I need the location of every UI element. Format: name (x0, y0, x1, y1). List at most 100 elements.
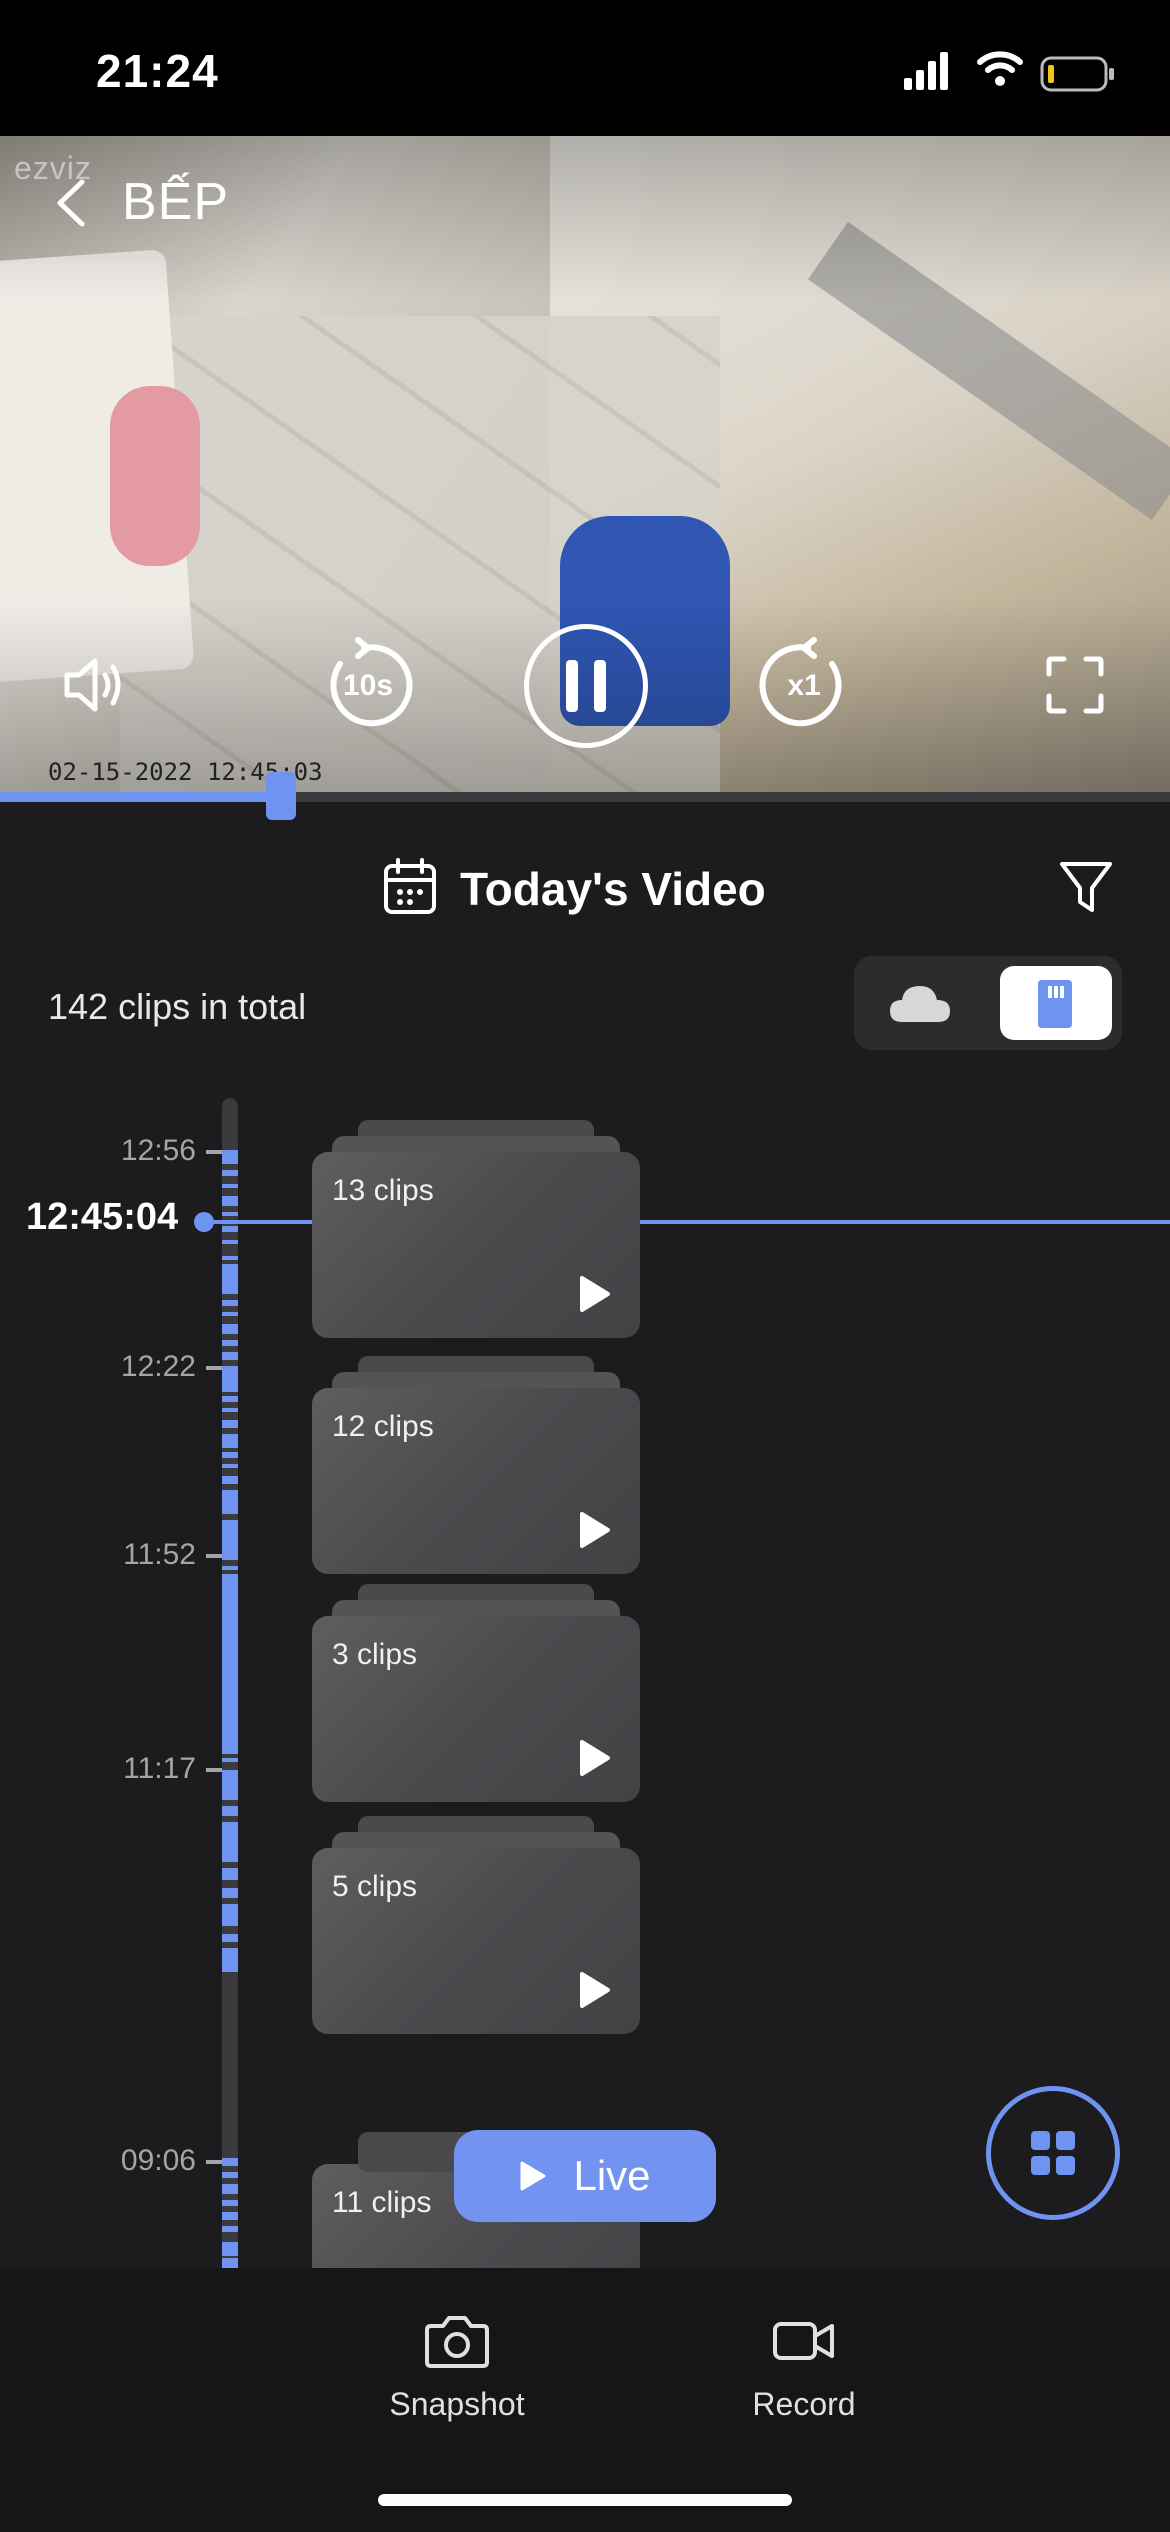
clip-group-label: 5 clips (332, 1870, 418, 1903)
timeline-recording-segment (222, 1806, 238, 1816)
home-indicator (378, 2494, 792, 2506)
timeline-recording-segment (222, 1240, 238, 1244)
timeline-recording-segment (222, 1184, 238, 1188)
clip-group-card[interactable]: 5 clips (312, 1816, 640, 2034)
back-button[interactable] (52, 178, 92, 228)
rewind-10s-icon (330, 637, 413, 727)
timeline-tick (206, 1150, 222, 1154)
wifi-icon (977, 51, 1023, 86)
grid-icon (1031, 2131, 1075, 2175)
timeline-recording-segment (222, 1566, 238, 1570)
timeline-recording-segment (222, 2172, 238, 2178)
play-icon (580, 1740, 610, 1776)
status-bar: 21:24 (0, 0, 1170, 136)
timeline-tick (206, 1768, 222, 1772)
status-time: 21:24 (96, 45, 219, 97)
timeline-recording-segment (222, 2258, 238, 2268)
timeline-recording-segment (222, 1476, 238, 1484)
pause-button[interactable] (524, 624, 648, 748)
grid-view-button[interactable] (986, 2086, 1120, 2220)
timeline-recording-segment (222, 2158, 238, 2166)
clip-group-card[interactable]: 13 clips (312, 1120, 640, 1338)
live-button[interactable]: Live (454, 2130, 716, 2222)
timeline-recording-segment (222, 1264, 238, 1294)
record-label: Record (752, 2386, 856, 2422)
timeline-recording-segment (222, 1212, 238, 1216)
mute-button[interactable] (58, 650, 128, 720)
timeline-recording-segment (222, 2226, 238, 2232)
timeline-recording-segment (222, 1452, 238, 1458)
camera-icon (425, 2316, 489, 2368)
clip-group-label: 3 clips (332, 1638, 418, 1671)
timeline-recording-segment (222, 1948, 238, 1972)
timeline-tick-label: 12:56 (120, 1134, 196, 1167)
clip-group-label: 13 clips (332, 1174, 434, 1207)
snapshot-button[interactable]: Snapshot (364, 2312, 550, 2423)
playback-speed-button[interactable]: x1 (754, 636, 854, 736)
current-time-label: 12:45:04 (26, 1196, 179, 1238)
section-title: Today's Video (460, 863, 766, 915)
timeline-tick-label: 09:06 (120, 2144, 196, 2177)
timeline-recording-segment (222, 1256, 238, 1260)
timeline-recording-segment (222, 1396, 238, 1402)
play-icon (580, 1276, 610, 1312)
video-camera-icon (773, 2322, 834, 2360)
speed-x1-icon (759, 637, 842, 727)
timeline-tick (206, 1366, 222, 1370)
cloud-storage-icon[interactable] (888, 980, 952, 1024)
timeline-recording-segment (222, 1904, 238, 1926)
timeline-recording-segment (222, 1490, 238, 1514)
timeline-recording-segment (222, 2212, 238, 2220)
fullscreen-icon (1046, 656, 1104, 714)
timeline-recording-segment (222, 1196, 238, 1206)
timeline-recording-segment (222, 1868, 238, 1880)
playback-progress-fill (0, 792, 281, 802)
timeline-tick (206, 2160, 222, 2164)
timeline-recording-segment (222, 1464, 238, 1468)
play-icon (580, 1512, 610, 1548)
timeline-recording-segment (222, 1300, 238, 1306)
timeline-tick-label: 11:17 (123, 1752, 196, 1785)
timeline-recording-segment (222, 1366, 238, 1392)
timeline-recording-segment (222, 1434, 238, 1448)
timeline-recording-segment (222, 1312, 238, 1316)
timeline-recording-segment (222, 1170, 238, 1176)
timeline-recording-segment (222, 1340, 238, 1346)
clip-group-label: 12 clips (332, 1410, 434, 1443)
timeline-recording-segment (222, 2200, 238, 2206)
timeline-recording-segment (222, 1770, 238, 1800)
pause-icon (566, 660, 606, 712)
clip-total: 142 clips in total (48, 986, 307, 1027)
timeline-tick-label: 12:22 (120, 1350, 196, 1383)
timeline-recording-segment (222, 2242, 238, 2256)
rewind-10s-button[interactable]: 10s (318, 636, 418, 736)
play-icon (580, 1972, 610, 2008)
record-button[interactable]: Record (720, 2312, 888, 2423)
timeline-recording-segment (222, 1352, 238, 1360)
timeline-recording-segment (222, 1226, 238, 1232)
clip-group-card[interactable]: 12 clips (312, 1356, 640, 1574)
playback-scrubber-handle[interactable] (265, 772, 296, 820)
timeline-tick-label: 11:52 (123, 1538, 196, 1571)
timeline-recording-segment (222, 1408, 238, 1412)
timeline-recording-segment (222, 1934, 238, 1942)
play-icon (520, 2161, 546, 2191)
bottom-toolbar: Snapshot Record (0, 2268, 1170, 2532)
live-label: Live (573, 2152, 651, 2199)
fullscreen-button[interactable] (1044, 654, 1106, 716)
calendar-icon[interactable] (382, 858, 438, 916)
clip-group-card[interactable]: 3 clips (312, 1584, 640, 1802)
clip-group-label: 11 clips (332, 2186, 432, 2219)
timeline-recording-segment (222, 1822, 238, 1862)
filter-icon[interactable] (1058, 858, 1114, 918)
cellular-signal-icon (904, 52, 948, 90)
timeline-recording-segment (222, 1150, 238, 1164)
timeline-recording-segment (222, 1420, 238, 1428)
sd-card-icon (1038, 980, 1072, 1028)
snapshot-label: Snapshot (389, 2386, 525, 2422)
timeline-recording-segment (222, 1520, 238, 1560)
timeline-recording-segment (222, 1324, 238, 1334)
speaker-icon (64, 658, 121, 712)
timeline-recording-segment (222, 1758, 238, 1762)
battery-icon (1040, 56, 1114, 92)
